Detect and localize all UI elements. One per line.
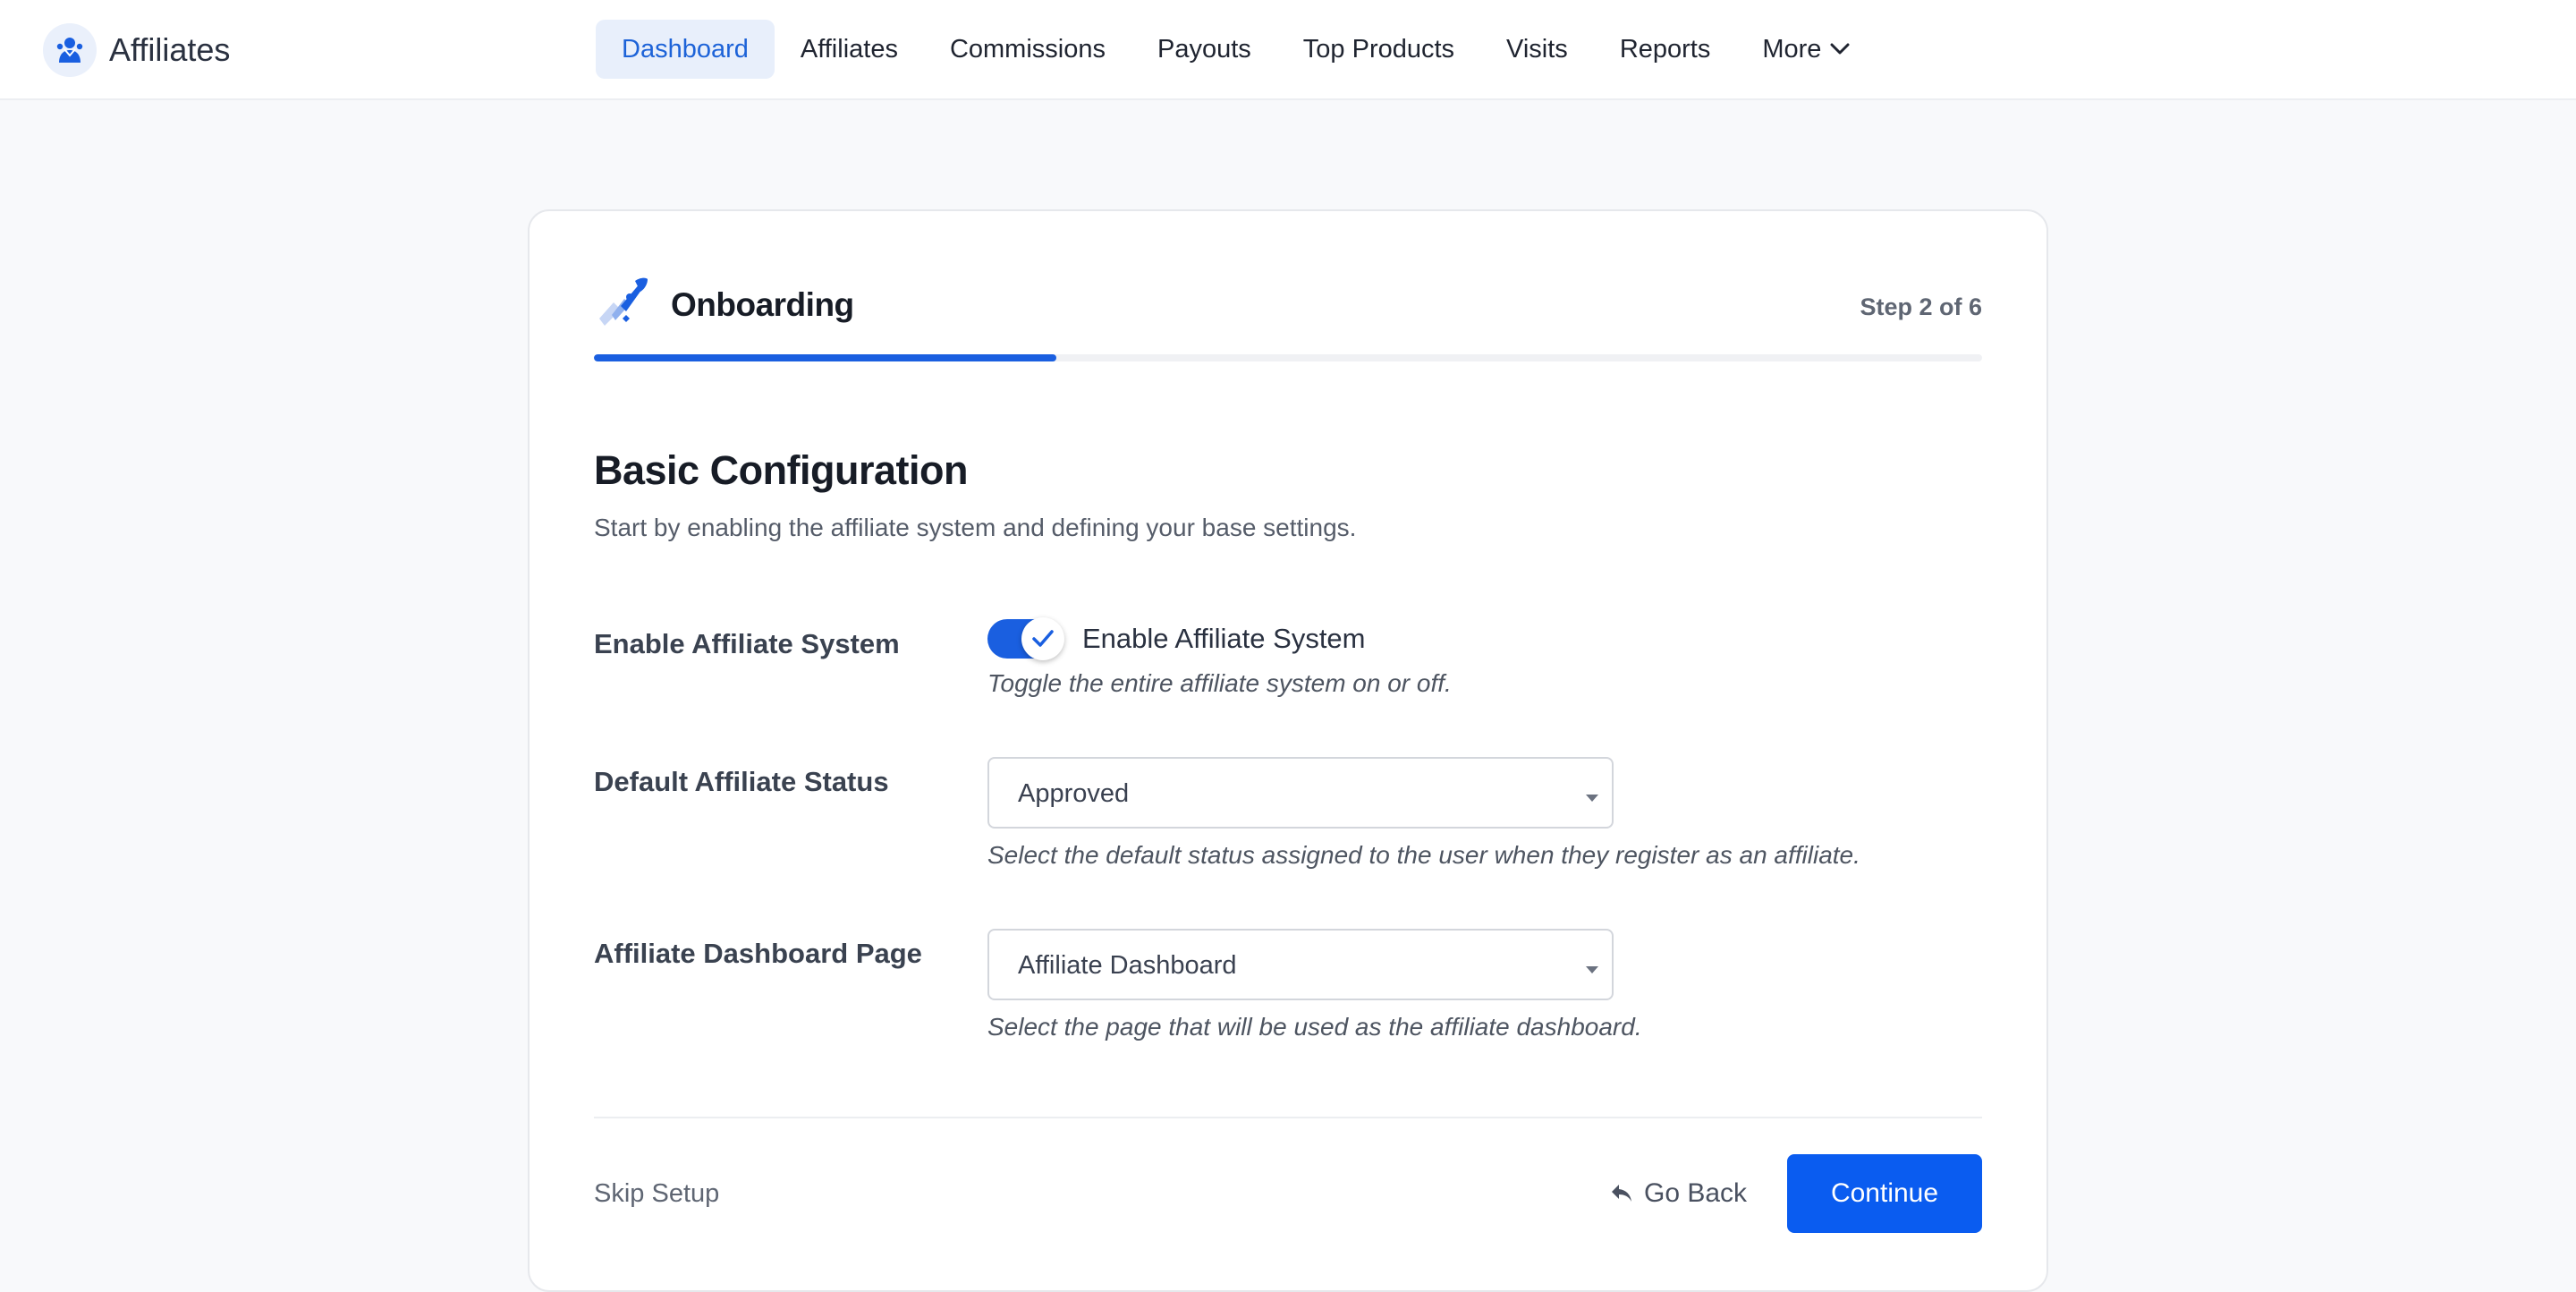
reply-arrow-icon — [1610, 1183, 1633, 1204]
dashboard-page-label: Affiliate Dashboard Page — [594, 938, 922, 969]
dashboard-page-select[interactable]: Affiliate Dashboard — [987, 929, 1614, 1000]
default-status-value: Approved — [1018, 779, 1130, 808]
enable-system-help: Toggle the entire affiliate system on or… — [987, 669, 1452, 697]
enable-system-label: Enable Affiliate System — [594, 628, 900, 659]
skip-setup-link[interactable]: Skip Setup — [594, 1179, 719, 1209]
default-status-help: Select the default status assigned to th… — [987, 841, 1860, 869]
dashboard-page-help: Select the page that will be used as the… — [987, 1013, 1642, 1041]
nav-item-visits[interactable]: Visits — [1480, 20, 1594, 79]
nav-item-top-products[interactable]: Top Products — [1277, 20, 1480, 79]
nav-item-affiliates[interactable]: Affiliates — [775, 20, 924, 79]
go-back-button[interactable]: Go Back — [1610, 1176, 1747, 1211]
onboarding-card: Onboarding Step 2 of 6 Basic Configurati… — [528, 209, 2048, 1292]
caret-down-icon — [1585, 791, 1599, 807]
onboarding-title: Onboarding — [671, 286, 854, 323]
rocket-icon — [594, 276, 649, 331]
nav-item-dashboard[interactable]: Dashboard — [596, 20, 775, 79]
nav-item-payouts[interactable]: Payouts — [1131, 20, 1277, 79]
top-navigation-bar: Affiliates Dashboard Affiliates Commissi… — [0, 0, 2576, 100]
brand[interactable]: Affiliates — [43, 23, 230, 77]
chevron-down-icon — [1830, 43, 1850, 55]
check-icon — [1021, 617, 1064, 660]
nav-item-more-label: More — [1762, 34, 1822, 64]
nav-item-reports[interactable]: Reports — [1594, 20, 1737, 79]
go-back-label: Go Back — [1644, 1178, 1748, 1208]
onboarding-header: Onboarding Step 2 of 6 — [594, 276, 1982, 331]
step-indicator: Step 2 of 6 — [1860, 293, 1982, 320]
progress-fill — [594, 354, 1056, 361]
enable-system-toggle[interactable] — [987, 617, 1064, 660]
app-title: Affiliates — [109, 31, 231, 68]
affiliates-logo-icon — [43, 23, 97, 77]
section-description: Start by enabling the affiliate system a… — [594, 514, 1357, 541]
onboarding-progress-bar — [594, 354, 1982, 361]
enable-system-toggle-label[interactable]: Enable Affiliate System — [1082, 623, 1366, 655]
continue-button[interactable]: Continue — [1787, 1154, 1982, 1233]
section-title: Basic Configuration — [594, 447, 969, 493]
footer-divider — [594, 1117, 1982, 1118]
caret-down-icon — [1585, 963, 1599, 979]
default-status-label: Default Affiliate Status — [594, 766, 889, 797]
dashboard-page-value: Affiliate Dashboard — [1018, 951, 1237, 980]
nav-item-commissions[interactable]: Commissions — [924, 20, 1131, 79]
default-status-select[interactable]: Approved — [987, 757, 1614, 829]
main-nav: Dashboard Affiliates Commissions Payouts… — [596, 20, 1876, 79]
nav-item-more[interactable]: More — [1736, 20, 1876, 79]
